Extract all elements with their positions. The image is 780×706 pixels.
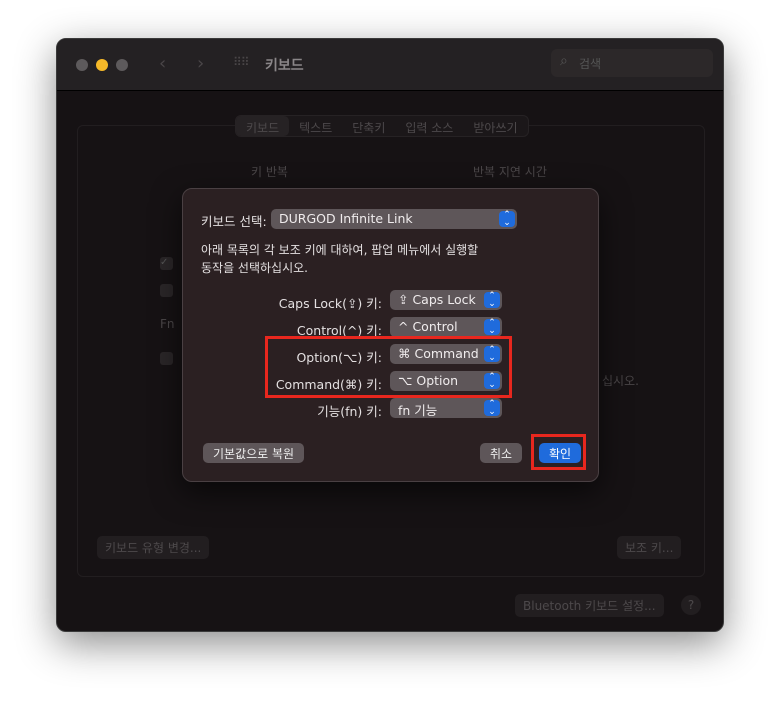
control-value: ^ Control <box>398 319 458 334</box>
chevron-updown-icon: ⌃ ⌄ <box>484 319 500 336</box>
keyboard-select-value: DURGOD Infinite Link <box>279 211 413 226</box>
fn-key-label: 기능(fn) 키: <box>317 404 382 419</box>
change-keyboard-type-button[interactable]: 키보드 유형 변경... <box>97 536 210 559</box>
highlight-box-option-command <box>265 336 512 398</box>
checkbox-checked[interactable]: ✓ <box>160 257 173 270</box>
fn-key-value: fn 기능 <box>398 403 438 418</box>
titlebar: ‹ › ⠿⠿ 키보드 ⌕ 검색 <box>57 39 723 91</box>
chevron-updown-icon: ⌃ ⌄ <box>484 400 500 417</box>
key-repeat-label: 키 반복 <box>251 165 288 179</box>
search-icon: ⌕ <box>560 53 568 69</box>
minimize-button[interactable] <box>96 59 108 71</box>
tab-dictation[interactable]: 받아쓰기 <box>463 116 527 136</box>
forward-icon[interactable]: › <box>197 53 204 74</box>
caps-lock-select[interactable]: ⇪ Caps Lock ⌃ ⌄ <box>390 290 502 310</box>
zoom-button[interactable] <box>116 59 128 71</box>
search-input[interactable]: ⌕ 검색 <box>551 49 713 77</box>
chevron-updown-icon: ⌃ ⌄ <box>484 292 500 309</box>
caps-lock-value: ⇪ Caps Lock <box>398 292 476 307</box>
tab-bar: 키보드 텍스트 단축키 입력 소스 받아쓰기 <box>235 115 529 137</box>
keyboard-select[interactable]: DURGOD Infinite Link ⌃ ⌄ <box>271 209 517 229</box>
modifier-keys-button[interactable]: 보조 키... <box>617 536 682 559</box>
checkbox[interactable] <box>160 284 173 297</box>
tab-text[interactable]: 텍스트 <box>289 116 342 136</box>
chevron-updown-icon: ⌃ ⌄ <box>499 211 515 228</box>
checkbox[interactable] <box>160 352 173 365</box>
help-button[interactable]: ? <box>681 595 701 615</box>
instruction-line2: 동작을 선택하십시오. <box>201 261 308 275</box>
grid-icon[interactable]: ⠿⠿ <box>233 55 250 69</box>
bluetooth-keyboard-setup-button[interactable]: Bluetooth 키보드 설정... <box>515 594 664 617</box>
fn-label: Fn <box>160 317 175 331</box>
instruction-line1: 아래 목록의 각 보조 키에 대하여, 팝업 메뉴에서 실행할 <box>201 243 479 257</box>
tab-keyboard[interactable]: 키보드 <box>236 116 290 136</box>
trailing-text: 십시오. <box>602 374 639 388</box>
close-button[interactable] <box>76 59 88 71</box>
tab-shortcuts[interactable]: 단축키 <box>342 116 395 136</box>
cancel-button[interactable]: 취소 <box>480 443 523 463</box>
keyboard-select-label: 키보드 선택: <box>201 214 267 229</box>
control-select[interactable]: ^ Control ⌃ ⌄ <box>390 317 502 337</box>
back-icon[interactable]: ‹ <box>159 53 166 74</box>
highlight-box-ok <box>531 434 586 470</box>
repeat-delay-label: 반복 지연 시간 <box>473 165 547 179</box>
search-placeholder: 검색 <box>579 57 602 71</box>
restore-defaults-button[interactable]: 기본값으로 복원 <box>203 443 305 463</box>
caps-lock-label: Caps Lock(⇪) 키: <box>278 296 382 311</box>
fn-key-select[interactable]: fn 기능 ⌃ ⌄ <box>390 398 502 418</box>
tab-input-sources[interactable]: 입력 소스 <box>395 116 463 136</box>
window-title: 키보드 <box>265 58 304 74</box>
